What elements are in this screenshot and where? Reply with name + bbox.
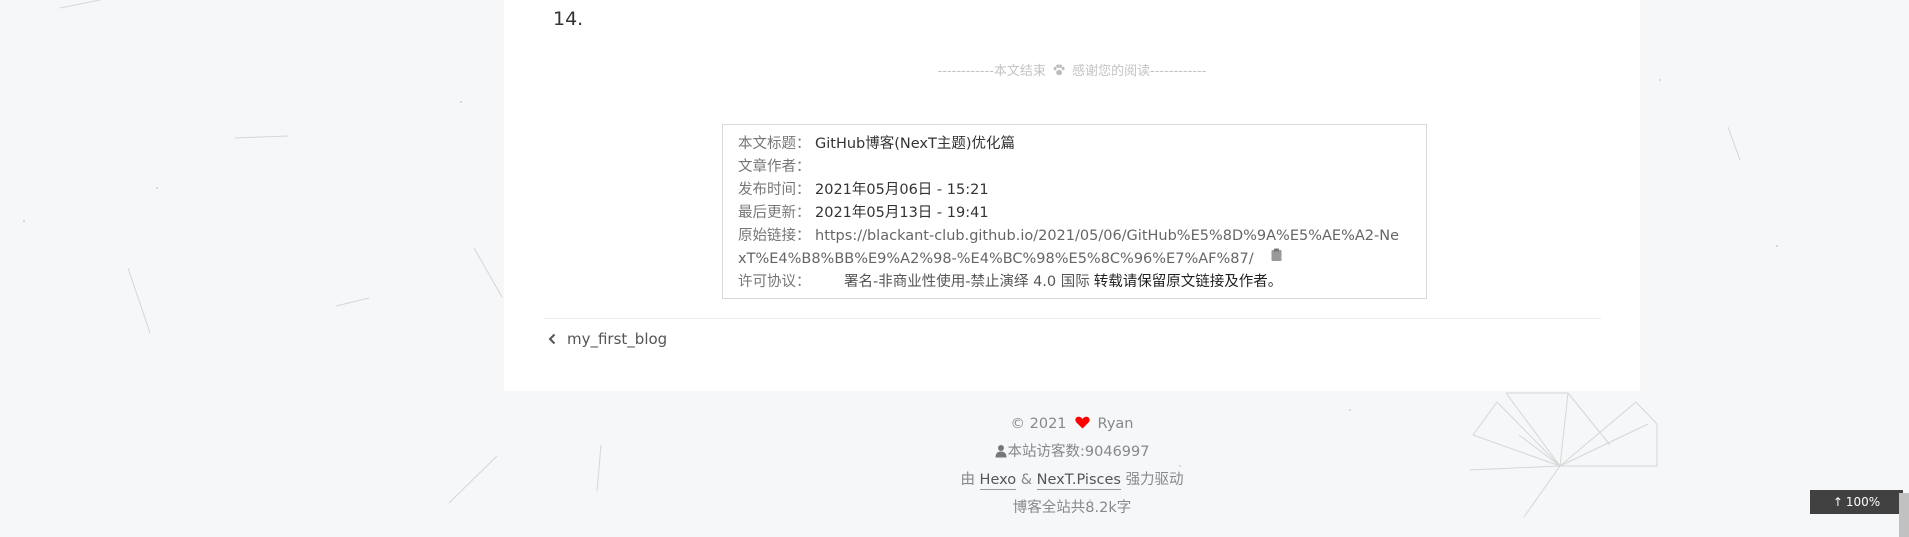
original-link[interactable]: https://blackant-club.github.io/2021/05/… bbox=[815, 225, 1399, 248]
copyright-year: © 2021 bbox=[1010, 416, 1067, 432]
published-time-value: 2021年05月06日 - 15:21 bbox=[815, 182, 989, 198]
back-to-top-label: 100% bbox=[1845, 495, 1881, 509]
copyright-key: 许可协议： bbox=[738, 274, 811, 290]
user-icon bbox=[995, 445, 1007, 458]
prev-post-label: my_first_blog bbox=[567, 330, 668, 348]
post-title-value: GitHub博客(NexT主题)优化篇 bbox=[815, 136, 1016, 152]
powered-prefix: 由 bbox=[960, 472, 975, 488]
site-wordcount: 博客全站共8.2k字 bbox=[1012, 500, 1132, 516]
copyright-key: 本文标题： bbox=[738, 136, 811, 152]
copyright-key: 发布时间： bbox=[738, 182, 811, 198]
heart-icon bbox=[1074, 416, 1090, 429]
license-note: 转载请保留原文链接及作者。 bbox=[1093, 274, 1283, 290]
scrollbar-thumb[interactable] bbox=[1899, 493, 1909, 537]
footer-wordcount-line: 博客全站共8.2k字 bbox=[504, 494, 1640, 522]
copyright-key: 原始链接： bbox=[738, 228, 811, 244]
copyright-key: 最后更新： bbox=[738, 205, 811, 221]
post-nav-divider bbox=[544, 318, 1601, 319]
clipboard-icon[interactable] bbox=[1271, 248, 1282, 261]
updated-time-value: 2021年05月13日 - 19:41 bbox=[815, 205, 989, 221]
footer-visitors-line: 本站访客数:9046997 bbox=[504, 438, 1640, 466]
list-number: 14. bbox=[553, 8, 584, 30]
copyright-link-row-cont: xT%E4%B8%BB%E9%A2%98-%E4%BC%98%E5%8C%96%… bbox=[738, 248, 1414, 271]
prev-post-link[interactable]: my_first_blog bbox=[548, 330, 667, 348]
copyright-title-row: 本文标题： GitHub博客(NexT主题)优化篇 bbox=[738, 133, 1414, 156]
paw-icon bbox=[1053, 64, 1065, 76]
post-end-note: ------------本文结束 感谢您的阅读------------ bbox=[504, 60, 1640, 79]
footer-powered-line: 由 Hexo & NexT.Pisces 强力驱动 bbox=[504, 466, 1640, 494]
license-link[interactable]: 署名-非商业性使用-禁止演绎 4.0 国际 bbox=[844, 271, 1090, 294]
powered-amp: & bbox=[1020, 472, 1033, 488]
copyright-published-row: 发布时间： 2021年05月06日 - 15:21 bbox=[738, 179, 1414, 202]
next-theme-link[interactable]: NexT.Pisces bbox=[1036, 472, 1121, 490]
copyright-key: 文章作者： bbox=[738, 159, 811, 175]
arrow-up-icon: ↑ bbox=[1832, 495, 1843, 509]
copyright-license-row: 许可协议： 署名-非商业性使用-禁止演绎 4.0 国际 转载请保留原文链接及作者… bbox=[738, 271, 1414, 294]
hexo-link[interactable]: Hexo bbox=[979, 472, 1017, 490]
post-card: 14. ------------本文结束 感谢您的阅读------------ … bbox=[504, 0, 1640, 391]
copyright-link-row: 原始链接： https://blackant-club.github.io/20… bbox=[738, 225, 1414, 248]
chevron-left-icon bbox=[548, 333, 556, 345]
powered-suffix: 强力驱动 bbox=[1125, 472, 1184, 488]
site-footer: © 2021 Ryan 本站访客数:9046997 由 Hexo & NexT.… bbox=[504, 410, 1640, 522]
post-end-left: ------------本文结束 bbox=[937, 64, 1046, 79]
back-to-top-button[interactable]: ↑ 100% bbox=[1810, 490, 1903, 514]
original-link-cont[interactable]: xT%E4%B8%BB%E9%A2%98-%E4%BC%98%E5%8C%96%… bbox=[738, 248, 1254, 271]
footer-author: Ryan bbox=[1097, 416, 1134, 432]
copyright-author-row: 文章作者： bbox=[738, 156, 1414, 179]
copyright-updated-row: 最后更新： 2021年05月13日 - 19:41 bbox=[738, 202, 1414, 225]
post-end-right: 感谢您的阅读------------ bbox=[1072, 64, 1207, 79]
footer-copyright-line: © 2021 Ryan bbox=[504, 410, 1640, 438]
copyright-box: 本文标题： GitHub博客(NexT主题)优化篇 文章作者： 发布时间： 20… bbox=[722, 124, 1427, 299]
visitor-count: 本站访客数:9046997 bbox=[1007, 444, 1150, 460]
